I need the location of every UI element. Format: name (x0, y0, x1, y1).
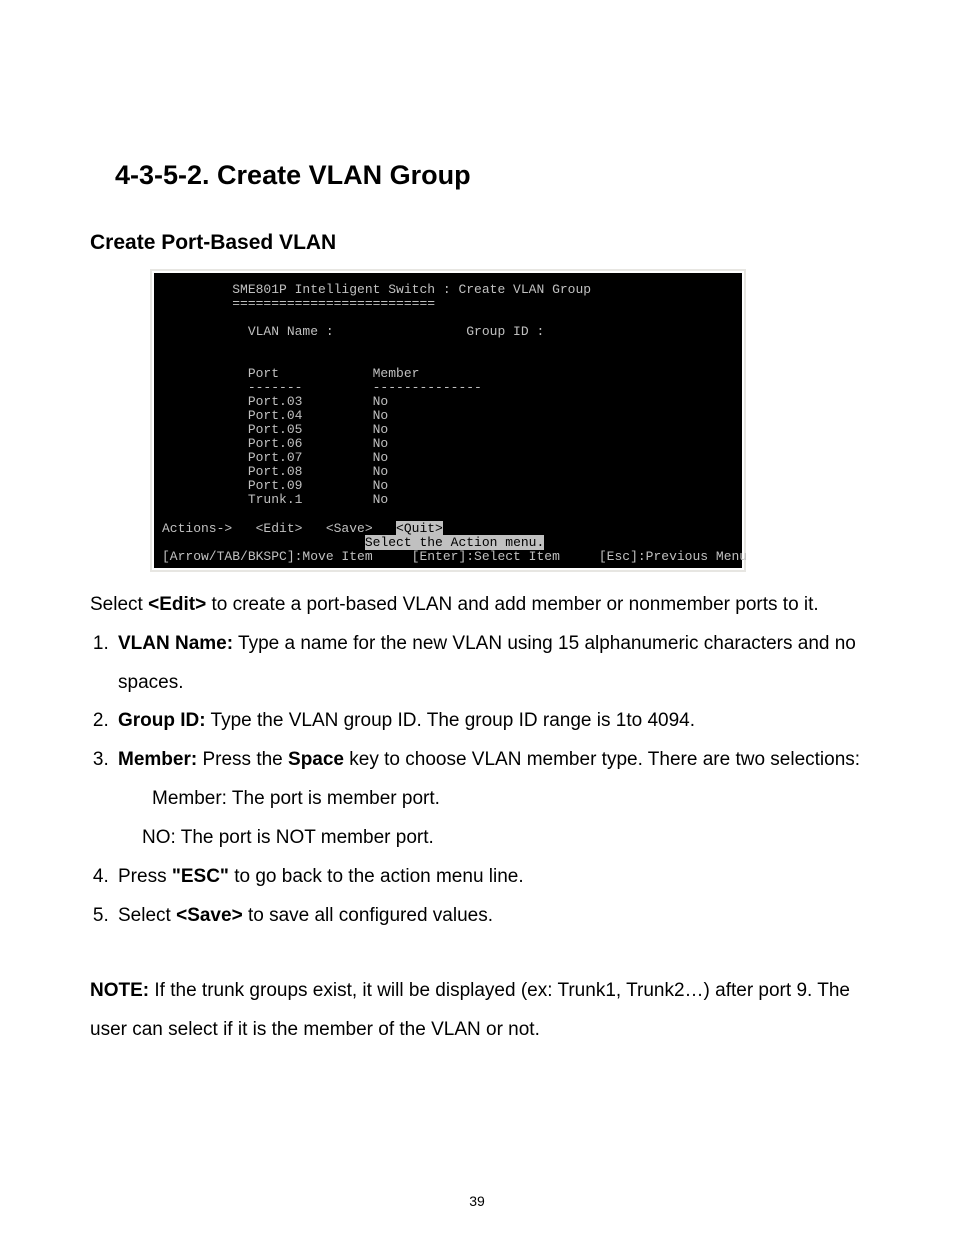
step3-option2: NO: The port is NOT member port. (142, 819, 864, 858)
step3-label: Member: (118, 749, 202, 770)
step-2: Group ID: Type the VLAN group ID. The gr… (114, 702, 864, 741)
note-label: NOTE: (90, 980, 149, 1001)
heading-number: 4-3-5-2. (115, 160, 217, 190)
section-heading: 4-3-5-2. Create VLAN Group (115, 160, 864, 191)
note-paragraph: NOTE: If the trunk groups exist, it will… (90, 972, 864, 1050)
step3-text1: Press the (202, 749, 288, 770)
step-4: Press "ESC" to go back to the action men… (114, 858, 864, 897)
terminal-screenshot: SME801P Intelligent Switch : Create VLAN… (150, 269, 746, 572)
edit-token: <Edit> (148, 594, 206, 615)
subheading: Create Port-Based VLAN (90, 231, 864, 255)
step-3: Member: Press the Space key to choose VL… (114, 741, 864, 858)
step2-text: Type the VLAN group ID. The group ID ran… (206, 710, 695, 731)
step3-option1: Member: The port is member port. (152, 780, 864, 819)
note-text: If the trunk groups exist, it will be di… (90, 980, 850, 1040)
step2-label: Group ID: (118, 710, 206, 731)
step-1: VLAN Name: Type a name for the new VLAN … (114, 625, 864, 703)
space-key: Space (288, 749, 344, 770)
intro-paragraph: Select <Edit> to create a port-based VLA… (90, 586, 864, 625)
document-page: 4-3-5-2. Create VLAN Group Create Port-B… (0, 0, 954, 1235)
step3-text2: key to choose VLAN member type. There ar… (344, 749, 860, 770)
page-number: 39 (0, 1193, 954, 1209)
step-5: Select <Save> to save all configured val… (114, 897, 864, 936)
esc-token: "ESC" (172, 866, 229, 887)
step4-text-a: Press (118, 866, 172, 887)
intro-text-c: to create a port-based VLAN and add memb… (206, 594, 819, 615)
step4-text-c: to go back to the action menu line. (229, 866, 524, 887)
step5-text-a: Select (118, 905, 176, 926)
step1-label: VLAN Name: (118, 633, 233, 654)
heading-title: Create VLAN Group (217, 160, 471, 190)
intro-text-a: Select (90, 594, 148, 615)
step5-text-c: to save all configured values. (243, 905, 493, 926)
save-token: <Save> (176, 905, 243, 926)
steps-list: VLAN Name: Type a name for the new VLAN … (90, 625, 864, 937)
terminal-content: SME801P Intelligent Switch : Create VLAN… (154, 273, 742, 568)
